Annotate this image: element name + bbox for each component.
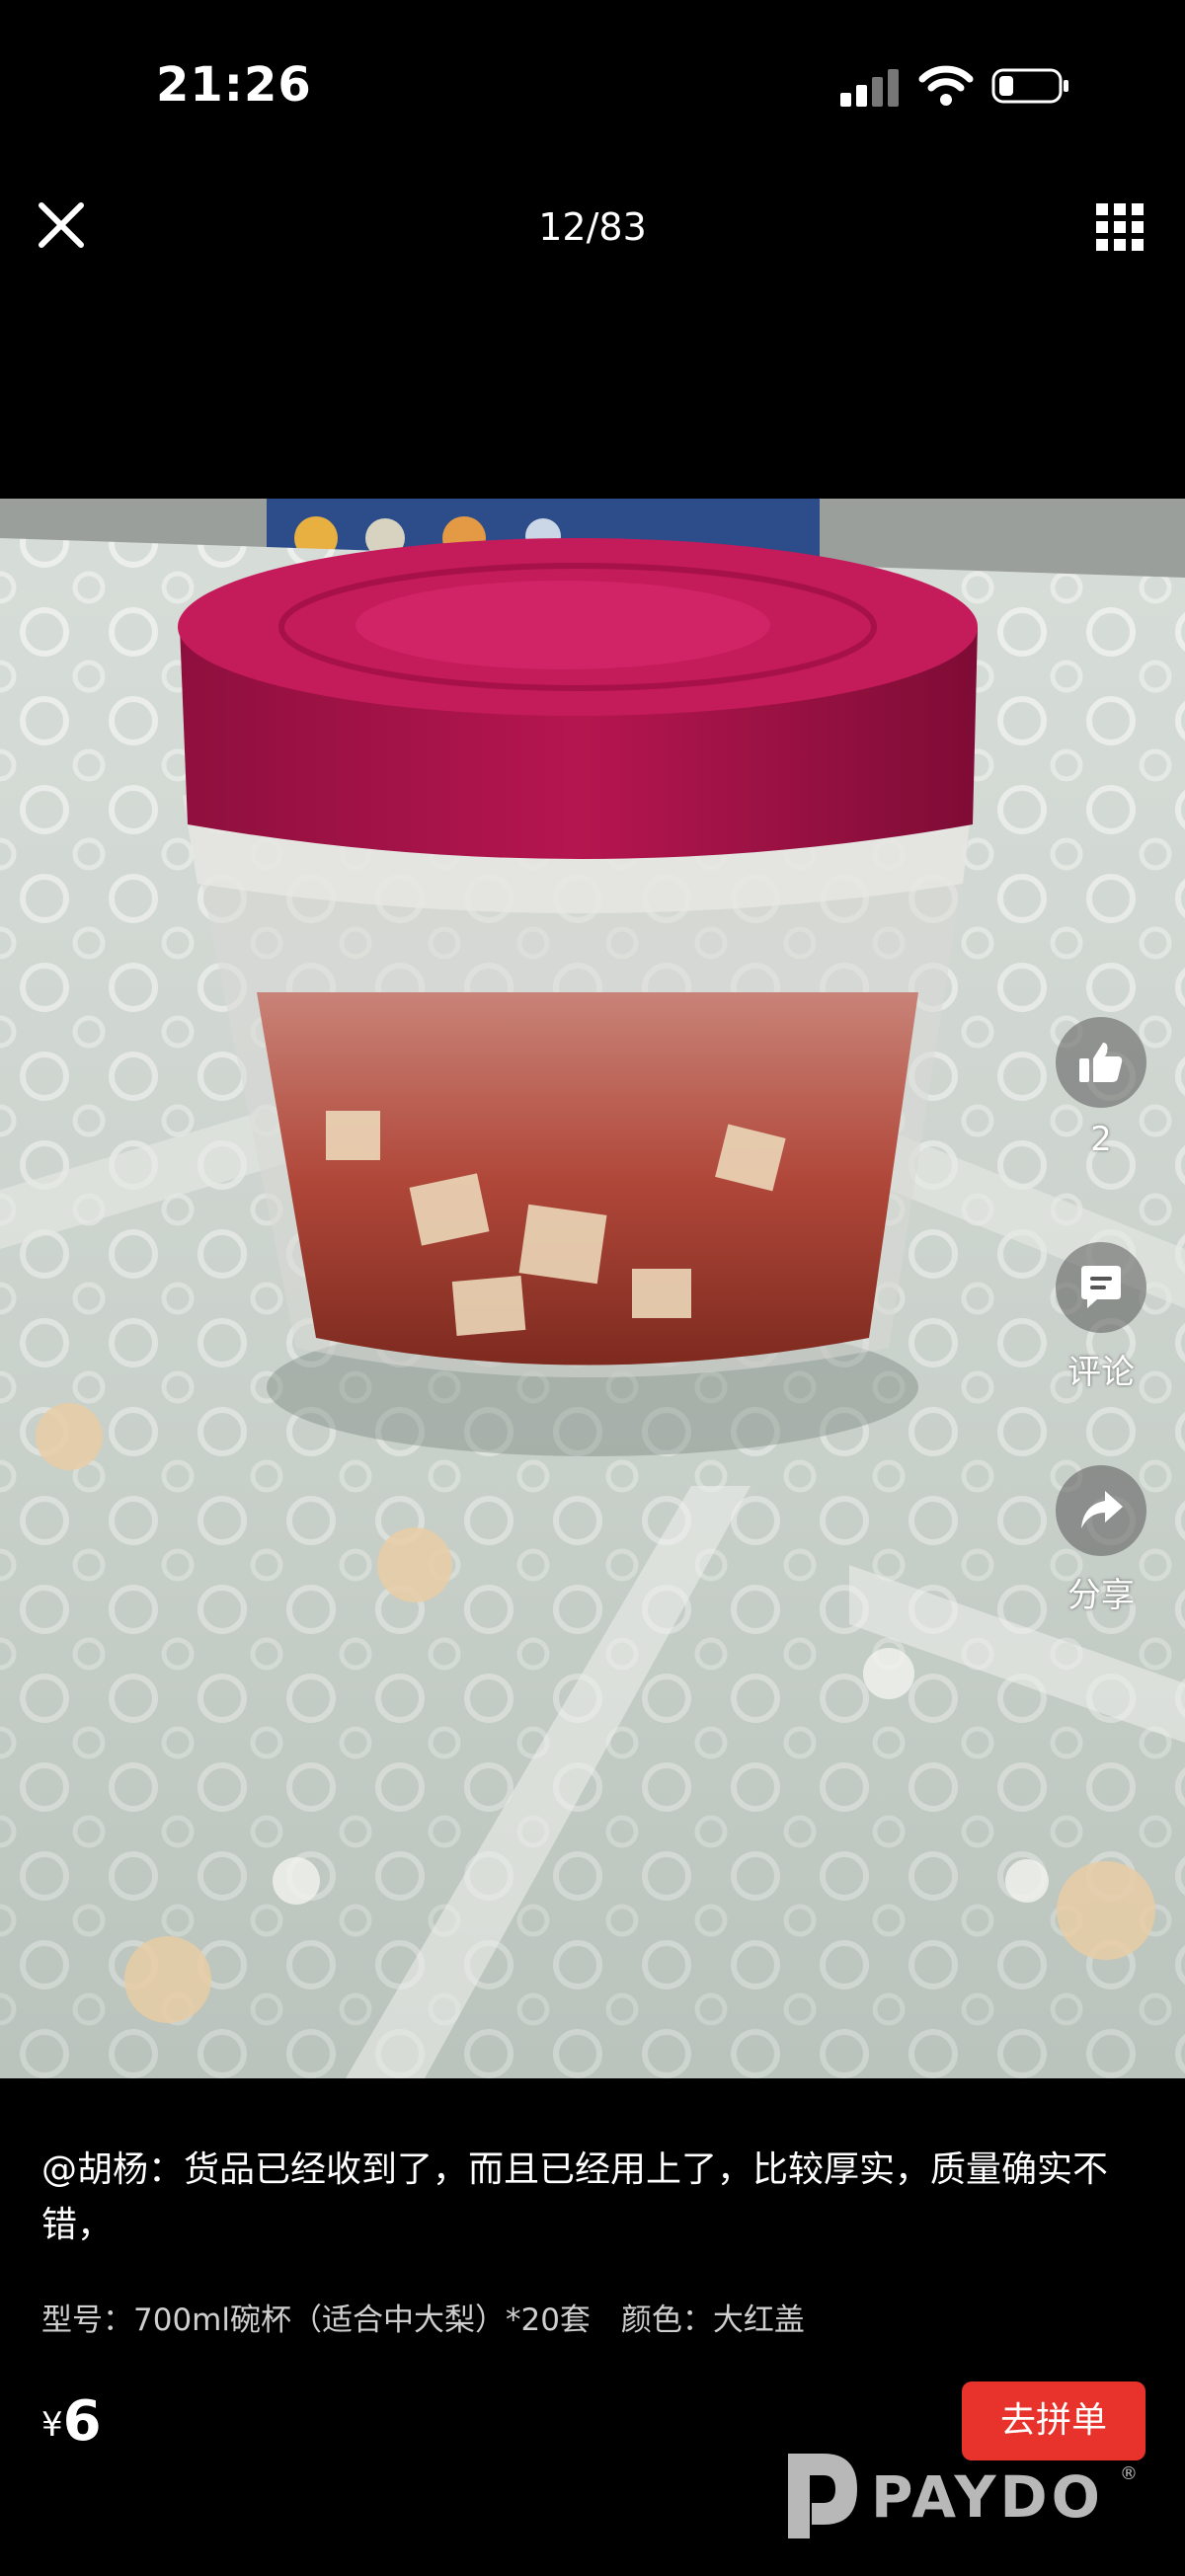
comment-label: 评论 (1067, 1353, 1135, 1392)
price-amount: 6 (62, 2389, 102, 2454)
product-spec: 型号：700ml碗杯（适合中大梨）*20套 颜色：大红盖 (41, 2303, 805, 2338)
like-button[interactable]: 2 (1047, 1017, 1155, 1159)
watermark-logo-icon (788, 2454, 857, 2538)
thumbs-up-icon (1056, 1017, 1146, 1108)
share-button[interactable]: 分享 (1047, 1465, 1155, 1616)
status-time: 21:26 (156, 57, 312, 113)
status-bar: 21:26 (0, 0, 1185, 158)
watermark: PAYDO ® (788, 2454, 1138, 2538)
comment-icon (1056, 1242, 1146, 1333)
like-count: 2 (1090, 1120, 1112, 1159)
price: ¥6 (41, 2389, 102, 2454)
watermark-text: PAYDO (871, 2463, 1104, 2531)
share-label: 分享 (1067, 1576, 1135, 1615)
cellular-signal-icon (840, 67, 902, 107)
comment-button[interactable]: 评论 (1047, 1242, 1155, 1393)
share-icon (1056, 1465, 1146, 1556)
review-photo[interactable] (0, 499, 1185, 2078)
review-text: @胡杨：货品已经收到了，而且已经用上了，比较厚实，质量确实不错， (41, 2149, 1109, 2245)
grid-view-icon[interactable] (1094, 201, 1146, 253)
photo-illustration (0, 499, 1185, 2078)
wifi-icon (918, 65, 974, 106)
battery-icon (991, 68, 1068, 104)
top-bar: 12/83 (0, 178, 1185, 276)
watermark-registered-mark: ® (1120, 2463, 1138, 2484)
page-counter: 12/83 (538, 205, 647, 249)
price-currency: ¥ (41, 2405, 63, 2445)
